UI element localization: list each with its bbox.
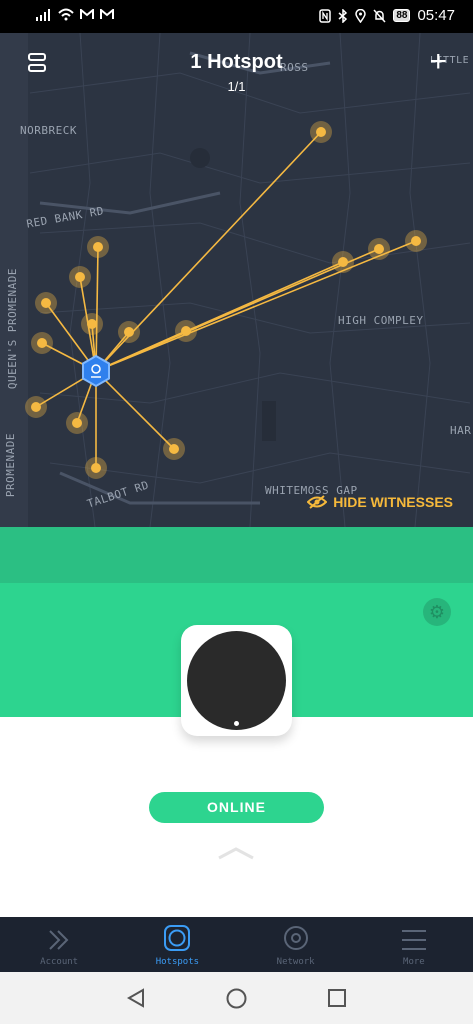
signal-icon <box>36 8 50 21</box>
status-bar: 88 05:47 <box>0 0 473 33</box>
system-nav-bar <box>0 972 473 1024</box>
device-led <box>234 721 239 726</box>
nfc-icon <box>319 8 332 23</box>
witness-node[interactable] <box>85 457 107 479</box>
list-button[interactable] <box>28 53 48 73</box>
nav-more-label: More <box>403 957 425 967</box>
witness-node[interactable] <box>163 438 185 460</box>
witness-node[interactable] <box>368 238 390 260</box>
hotspot-device-image <box>181 625 292 736</box>
status-left-icons <box>36 8 114 21</box>
nav-account[interactable]: Account <box>0 917 118 972</box>
home-icon[interactable] <box>226 988 247 1009</box>
gmail-icon <box>100 9 114 19</box>
witness-node[interactable] <box>118 321 140 343</box>
witness-graph <box>25 121 427 479</box>
hotspot-square-icon <box>164 925 191 951</box>
witness-node[interactable] <box>87 236 109 258</box>
witness-node[interactable] <box>25 396 47 418</box>
status-right-icons: 88 05:47 <box>319 7 455 24</box>
witness-line <box>95 246 99 372</box>
page-title: 1 Hotspot <box>190 51 283 73</box>
nav-network[interactable]: Network <box>237 917 355 972</box>
witness-node[interactable] <box>81 313 103 335</box>
nav-account-label: Account <box>40 957 79 967</box>
witness-node[interactable] <box>31 332 53 354</box>
settings-button[interactable]: ⚙ <box>423 598 451 626</box>
hide-witnesses-button[interactable]: HIDE WITNESSES <box>307 494 453 510</box>
chevron-up-icon[interactable] <box>217 846 255 860</box>
device-disk <box>187 631 286 730</box>
witness-node[interactable] <box>35 292 57 314</box>
nav-hotspots[interactable]: Hotspots <box>118 917 236 972</box>
witness-node[interactable] <box>69 266 91 288</box>
chevron-double-right-icon <box>49 930 69 950</box>
status-badge: ONLINE <box>149 792 324 823</box>
hotspot-header-band <box>0 527 473 583</box>
battery-icon: 88 <box>393 9 411 22</box>
witness-node[interactable] <box>332 251 354 273</box>
menu-icon <box>401 930 426 950</box>
hotspot-map[interactable]: NORBRECK RED BANK RD HIGH COMPLEY WHITEM… <box>0 33 473 527</box>
recents-icon[interactable] <box>327 988 347 1008</box>
gear-icon: ⚙ <box>428 602 446 622</box>
add-hotspot-button[interactable]: + <box>429 47 447 77</box>
selected-hotspot-marker[interactable] <box>82 354 110 388</box>
plus-icon: + <box>429 45 447 78</box>
back-icon[interactable] <box>126 988 146 1008</box>
gmail-icon <box>80 9 94 19</box>
target-icon <box>283 926 308 950</box>
witness-node[interactable] <box>66 412 88 434</box>
nav-network-label: Network <box>276 957 315 967</box>
witness-node[interactable] <box>175 320 197 342</box>
bottom-nav: Account Hotspots Network More <box>0 917 473 972</box>
bluetooth-icon <box>338 8 348 23</box>
nav-more[interactable]: More <box>355 917 473 972</box>
clock: 05:47 <box>417 7 455 24</box>
witness-node[interactable] <box>405 230 427 252</box>
witness-node[interactable] <box>310 121 332 143</box>
hide-witnesses-label: HIDE WITNESSES <box>333 494 453 510</box>
mute-icon <box>373 8 386 23</box>
nav-hotspots-label: Hotspots <box>155 957 200 967</box>
location-icon <box>355 8 367 23</box>
eye-slash-icon <box>307 495 328 509</box>
page-counter: 1/1 <box>227 79 246 94</box>
wifi-icon <box>58 8 74 21</box>
witness-line <box>95 370 175 450</box>
list-icon <box>28 53 48 72</box>
witness-line <box>95 240 417 372</box>
